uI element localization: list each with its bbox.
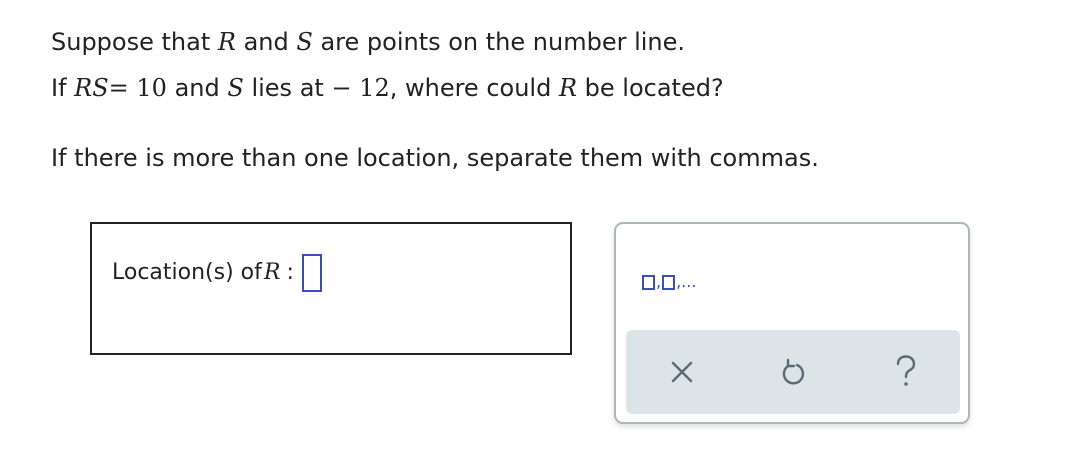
template-separator: ,	[656, 272, 662, 291]
list-template-button[interactable]: , ,...	[642, 262, 697, 290]
problem-text: lies at	[243, 74, 332, 102]
variable-r: R	[217, 28, 236, 56]
problem-text: , where could	[389, 74, 559, 102]
undo-button[interactable]	[773, 352, 813, 392]
box-icon	[662, 275, 676, 290]
clear-button[interactable]	[662, 352, 702, 392]
instruction-text: If there is more than one location, sepa…	[51, 144, 819, 172]
action-bar	[626, 330, 960, 414]
variable-s: S	[296, 28, 313, 56]
problem-text: and	[166, 74, 228, 102]
undo-icon	[782, 358, 805, 385]
problem-text: are points on the number line.	[312, 28, 686, 56]
s-location-value: − 12	[331, 74, 390, 102]
answer-label: Location(s) of	[112, 260, 262, 285]
template-ellipsis: ,...	[676, 272, 697, 291]
answer-row: Location(s) of R :	[112, 254, 322, 292]
math-toolbar: , ,...	[614, 222, 970, 424]
answer-colon: :	[286, 260, 294, 285]
segment-length: = 10	[108, 74, 167, 102]
help-button[interactable]	[886, 352, 926, 392]
problem-text: be located?	[577, 74, 724, 102]
answer-box: Location(s) of R :	[90, 222, 572, 355]
problem-text: Suppose that	[51, 28, 218, 56]
answer-variable: R	[263, 260, 281, 285]
answer-input[interactable]	[301, 254, 322, 292]
variable-s: S	[227, 74, 244, 102]
problem-line-1: Suppose that R and S are points on the n…	[51, 30, 685, 54]
segment-rs: RS	[74, 74, 109, 102]
help-icon	[896, 355, 916, 386]
close-icon	[671, 361, 693, 383]
problem-line-2: If RS= 10 and S lies at − 12, where coul…	[51, 76, 724, 100]
problem-text: and	[235, 28, 297, 56]
box-icon	[642, 275, 655, 290]
problem-text: If	[51, 74, 75, 102]
variable-r: R	[558, 74, 578, 102]
